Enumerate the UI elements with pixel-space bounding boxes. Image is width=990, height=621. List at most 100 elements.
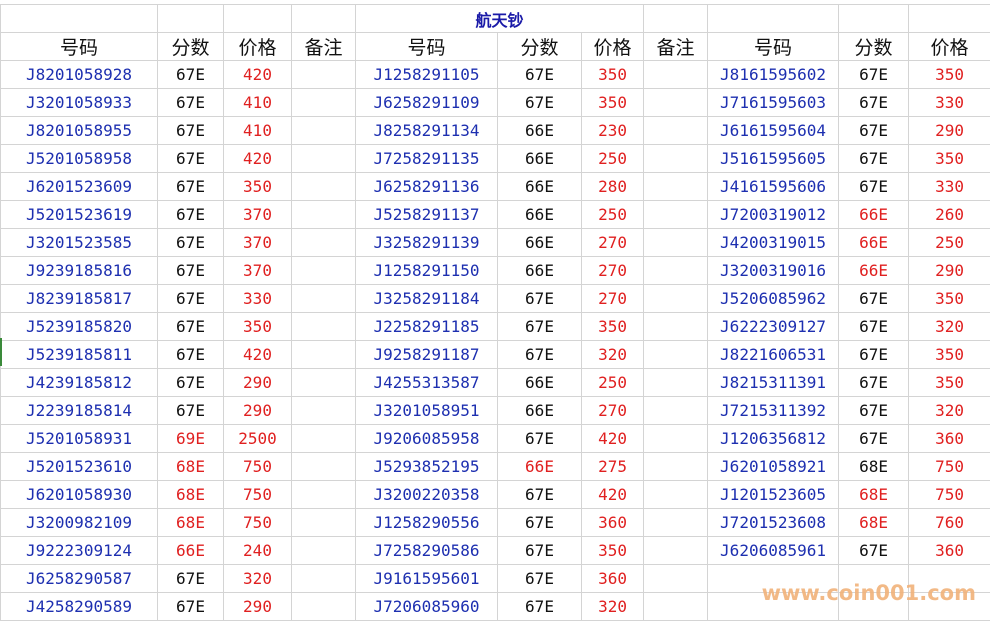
grade-cell[interactable]: 67E bbox=[158, 313, 224, 341]
grade-cell[interactable]: 67E bbox=[158, 257, 224, 285]
grade-cell[interactable]: 67E bbox=[498, 313, 582, 341]
price-cell[interactable]: 420 bbox=[224, 61, 292, 89]
price-cell[interactable]: 2500 bbox=[224, 425, 292, 453]
price-cell[interactable]: 320 bbox=[909, 313, 990, 341]
serial-number-cell[interactable]: J4255313587 bbox=[356, 369, 498, 397]
serial-number-cell[interactable]: J1206356812 bbox=[708, 425, 839, 453]
grade-cell[interactable]: 66E bbox=[498, 369, 582, 397]
serial-number-cell[interactable]: J9258291187 bbox=[356, 341, 498, 369]
price-cell[interactable]: 290 bbox=[224, 593, 292, 621]
price-cell[interactable]: 750 bbox=[224, 509, 292, 537]
note-cell[interactable] bbox=[292, 89, 356, 117]
serial-number-cell[interactable]: J4161595606 bbox=[708, 173, 839, 201]
note-cell[interactable] bbox=[292, 509, 356, 537]
price-cell[interactable]: 250 bbox=[582, 145, 644, 173]
note-cell[interactable] bbox=[644, 481, 708, 509]
note-cell[interactable] bbox=[644, 537, 708, 565]
grade-cell[interactable]: 67E bbox=[498, 481, 582, 509]
note-cell[interactable] bbox=[292, 481, 356, 509]
price-cell[interactable]: 250 bbox=[909, 229, 990, 257]
serial-number-cell[interactable]: J6206085961 bbox=[708, 537, 839, 565]
serial-number-cell[interactable]: J7206085960 bbox=[356, 593, 498, 621]
price-cell[interactable]: 750 bbox=[909, 453, 990, 481]
price-cell[interactable]: 230 bbox=[582, 117, 644, 145]
price-cell[interactable]: 290 bbox=[224, 369, 292, 397]
price-cell[interactable]: 420 bbox=[582, 481, 644, 509]
grade-cell[interactable]: 67E bbox=[839, 313, 909, 341]
serial-number-cell[interactable]: J5201523610 bbox=[1, 453, 158, 481]
price-cell[interactable]: 270 bbox=[582, 285, 644, 313]
note-cell[interactable] bbox=[644, 173, 708, 201]
note-cell[interactable] bbox=[292, 285, 356, 313]
grade-cell[interactable]: 67E bbox=[498, 509, 582, 537]
price-cell[interactable]: 250 bbox=[582, 369, 644, 397]
price-cell[interactable]: 350 bbox=[224, 313, 292, 341]
grade-cell[interactable]: 67E bbox=[839, 369, 909, 397]
cell[interactable] bbox=[909, 5, 990, 33]
header-cell[interactable]: 分数 bbox=[839, 33, 909, 61]
grade-cell[interactable]: 66E bbox=[498, 229, 582, 257]
grade-cell[interactable]: 67E bbox=[158, 593, 224, 621]
price-cell[interactable]: 350 bbox=[582, 537, 644, 565]
grade-cell[interactable]: 67E bbox=[158, 173, 224, 201]
note-cell[interactable] bbox=[644, 61, 708, 89]
serial-number-cell[interactable]: J5201523619 bbox=[1, 201, 158, 229]
serial-number-cell[interactable]: J5239185811 bbox=[1, 341, 158, 369]
grade-cell[interactable]: 66E bbox=[498, 201, 582, 229]
price-cell[interactable]: 410 bbox=[224, 117, 292, 145]
grade-cell[interactable]: 68E bbox=[839, 481, 909, 509]
header-cell[interactable]: 分数 bbox=[498, 33, 582, 61]
header-cell[interactable]: 分数 bbox=[158, 33, 224, 61]
serial-number-cell[interactable]: J6161595604 bbox=[708, 117, 839, 145]
price-cell[interactable]: 290 bbox=[909, 257, 990, 285]
serial-number-cell[interactable]: J8215311391 bbox=[708, 369, 839, 397]
price-cell[interactable]: 350 bbox=[582, 89, 644, 117]
serial-number-cell[interactable]: J7161595603 bbox=[708, 89, 839, 117]
note-cell[interactable] bbox=[292, 341, 356, 369]
grade-cell[interactable]: 67E bbox=[839, 341, 909, 369]
price-cell[interactable]: 290 bbox=[909, 117, 990, 145]
serial-number-cell[interactable]: J6201058930 bbox=[1, 481, 158, 509]
grade-cell[interactable]: 67E bbox=[839, 397, 909, 425]
serial-number-cell[interactable]: J6258291109 bbox=[356, 89, 498, 117]
serial-number-cell[interactable]: J4239185812 bbox=[1, 369, 158, 397]
serial-number-cell[interactable]: J9239185816 bbox=[1, 257, 158, 285]
serial-number-cell[interactable]: J8161595602 bbox=[708, 61, 839, 89]
price-cell[interactable]: 350 bbox=[909, 341, 990, 369]
header-cell[interactable]: 备注 bbox=[292, 33, 356, 61]
grade-cell[interactable]: 67E bbox=[498, 285, 582, 313]
serial-number-cell[interactable]: J5293852195 bbox=[356, 453, 498, 481]
grade-cell[interactable]: 68E bbox=[158, 453, 224, 481]
note-cell[interactable] bbox=[644, 257, 708, 285]
serial-number-cell[interactable]: J5206085962 bbox=[708, 285, 839, 313]
serial-number-cell[interactable]: J5258291137 bbox=[356, 201, 498, 229]
grade-cell[interactable]: 68E bbox=[158, 509, 224, 537]
serial-number-cell[interactable]: J6258291136 bbox=[356, 173, 498, 201]
grade-cell[interactable]: 66E bbox=[498, 173, 582, 201]
grade-cell[interactable]: 67E bbox=[158, 369, 224, 397]
price-cell[interactable]: 270 bbox=[582, 257, 644, 285]
price-cell[interactable]: 420 bbox=[582, 425, 644, 453]
note-cell[interactable] bbox=[644, 369, 708, 397]
note-cell[interactable] bbox=[644, 89, 708, 117]
grade-cell[interactable]: 67E bbox=[498, 425, 582, 453]
note-cell[interactable] bbox=[292, 117, 356, 145]
serial-number-cell[interactable]: J3258291184 bbox=[356, 285, 498, 313]
grade-cell[interactable]: 67E bbox=[498, 89, 582, 117]
price-cell[interactable]: 370 bbox=[224, 257, 292, 285]
serial-number-cell[interactable]: J6201523609 bbox=[1, 173, 158, 201]
grade-cell[interactable]: 67E bbox=[839, 61, 909, 89]
price-cell[interactable]: 350 bbox=[909, 61, 990, 89]
note-cell[interactable] bbox=[292, 453, 356, 481]
grade-cell[interactable]: 67E bbox=[498, 341, 582, 369]
price-cell[interactable]: 330 bbox=[909, 173, 990, 201]
note-cell[interactable] bbox=[644, 565, 708, 593]
serial-number-cell[interactable]: J7258290586 bbox=[356, 537, 498, 565]
grade-cell[interactable]: 67E bbox=[839, 145, 909, 173]
price-cell[interactable]: 320 bbox=[582, 341, 644, 369]
serial-number-cell[interactable]: J8201058928 bbox=[1, 61, 158, 89]
price-cell[interactable]: 370 bbox=[224, 229, 292, 257]
serial-number-cell[interactable]: J2258291185 bbox=[356, 313, 498, 341]
serial-number-cell[interactable]: J7215311392 bbox=[708, 397, 839, 425]
grade-cell[interactable]: 66E bbox=[839, 257, 909, 285]
